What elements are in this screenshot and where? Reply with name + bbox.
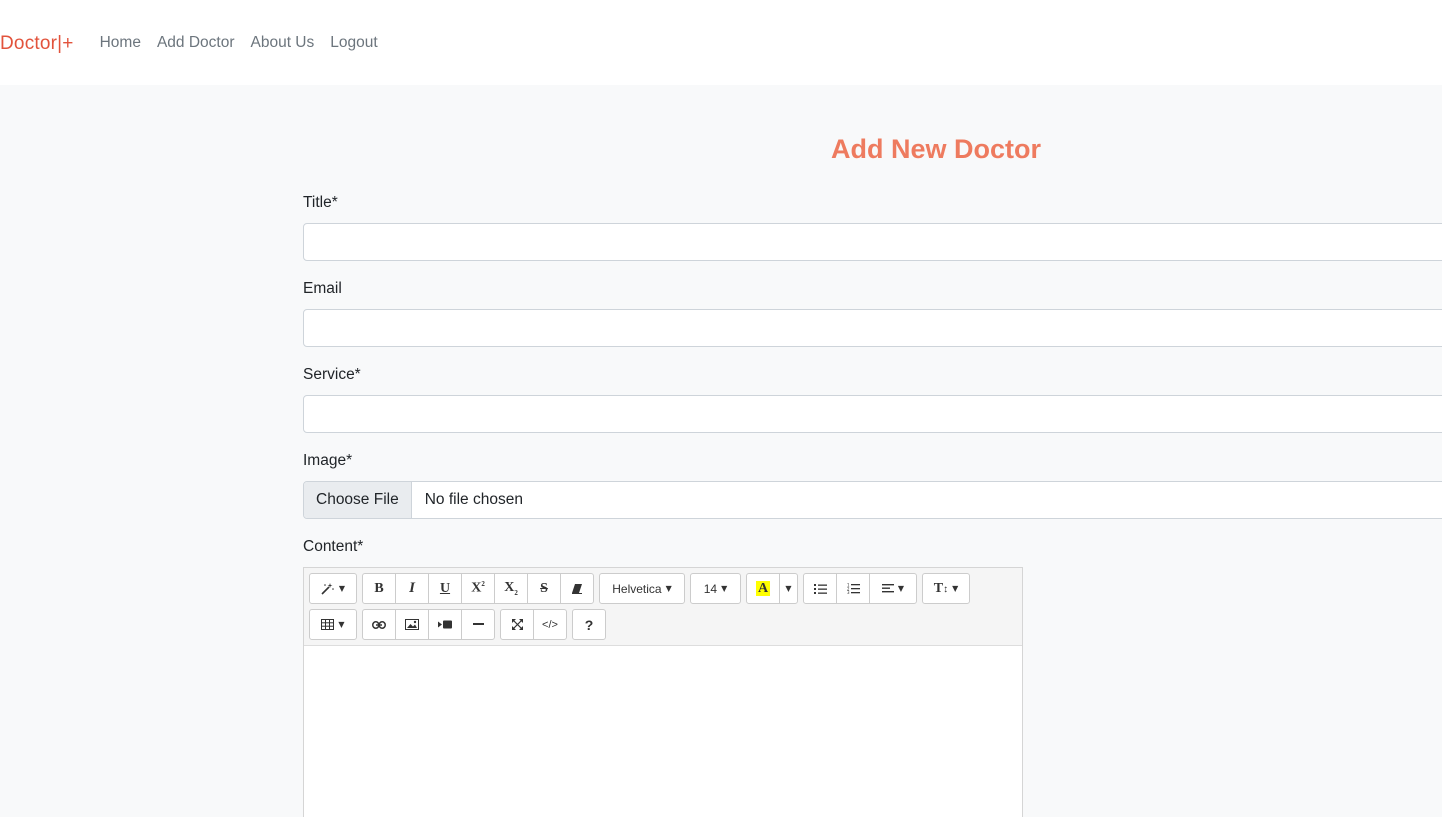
service-input[interactable] — [303, 395, 1442, 433]
email-label: Email — [303, 280, 342, 297]
chevron-down-icon: ▼ — [897, 584, 905, 593]
unordered-list-icon — [813, 583, 827, 594]
font-size-dropdown[interactable]: 14 ▼ — [690, 573, 741, 604]
magic-icon — [321, 582, 335, 595]
fullscreen-icon — [511, 619, 523, 630]
code-view-icon: </> — [542, 618, 558, 631]
subscript-icon: X2 — [504, 580, 518, 597]
insert-link-button[interactable] — [362, 609, 396, 640]
file-status-text: No file chosen — [424, 491, 523, 508]
strikethrough-icon: S — [540, 580, 548, 596]
unordered-list-button[interactable] — [803, 573, 837, 604]
nav-link-home[interactable]: Home — [100, 34, 141, 52]
line-height-icon: T↕ — [933, 580, 949, 596]
font-size-value: 14 — [703, 581, 718, 596]
brand-logo[interactable]: Doctor|+ — [0, 33, 74, 55]
underline-button[interactable]: U — [428, 573, 462, 604]
superscript-button[interactable]: X2 — [461, 573, 495, 604]
font-name-value: Helvetica — [612, 581, 662, 596]
main-content: Add New Doctor Title* Email Service* Ima… — [0, 85, 1442, 817]
chevron-down-icon: ▼ — [338, 620, 345, 629]
ordered-list-icon: 123 — [847, 583, 860, 594]
superscript-icon: X2 — [471, 580, 485, 596]
picture-icon — [405, 619, 419, 630]
insert-video-button[interactable] — [428, 609, 462, 640]
italic-icon: I — [409, 580, 415, 596]
help-icon: ? — [584, 616, 594, 633]
help-button[interactable]: ? — [572, 609, 606, 640]
chevron-down-icon: ▼ — [785, 584, 792, 593]
editor-content-area[interactable] — [304, 646, 1022, 817]
image-label: Image* — [303, 452, 353, 469]
ordered-list-button[interactable]: 123 — [836, 573, 870, 604]
italic-button[interactable]: I — [395, 573, 429, 604]
content-label: Content* — [303, 538, 364, 555]
video-icon — [438, 620, 452, 629]
code-view-button[interactable]: </> — [533, 609, 567, 640]
chevron-down-icon: ▼ — [665, 584, 672, 593]
link-icon — [372, 620, 386, 629]
service-label: Service* — [303, 366, 361, 383]
fullscreen-button[interactable] — [500, 609, 534, 640]
email-input[interactable] — [303, 309, 1442, 347]
color-dropdown-button[interactable]: ▼ — [779, 573, 798, 604]
page-title: Add New Doctor — [830, 134, 1041, 164]
line-height-dropdown[interactable]: T↕ ▼ — [922, 573, 970, 604]
nav-link-add-doctor[interactable]: Add Doctor — [157, 34, 235, 52]
title-label: Title* — [303, 194, 338, 211]
color-icon: A — [755, 581, 771, 596]
paragraph-align-dropdown[interactable]: ▼ — [869, 573, 917, 604]
magic-style-button[interactable]: ▼ — [309, 573, 357, 604]
font-name-dropdown[interactable]: Helvetica ▼ — [599, 573, 685, 604]
image-file-input[interactable]: Choose File No file chosen — [303, 481, 1442, 519]
svg-text:3: 3 — [847, 590, 850, 594]
table-icon — [321, 619, 335, 630]
eraser-icon — [571, 583, 583, 594]
editor-toolbar: ▼ B I U X2 X2 S Helvetica ▼ 14 ▼ A ▼ 1 2… — [304, 568, 1022, 646]
title-input[interactable] — [303, 223, 1442, 261]
subscript-button[interactable]: X2 — [494, 573, 528, 604]
content-editor: ▼ B I U X2 X2 S Helvetica ▼ 14 ▼ A ▼ 1 2… — [303, 567, 1023, 817]
align-icon — [881, 584, 894, 593]
bold-icon: B — [374, 580, 384, 596]
chevron-down-icon: ▼ — [721, 584, 728, 593]
bold-button[interactable]: B — [362, 573, 396, 604]
horizontal-rule-button[interactable] — [461, 609, 495, 640]
choose-file-button[interactable]: Choose File — [304, 482, 412, 518]
nav-link-logout[interactable]: Logout — [330, 34, 377, 52]
color-button[interactable]: A — [746, 573, 780, 604]
clear-format-button[interactable] — [560, 573, 594, 604]
horizontal-rule-icon — [472, 623, 484, 626]
navbar: Doctor|+ Home Add Doctor About Us Logout — [0, 0, 1442, 85]
strikethrough-button[interactable]: S — [527, 573, 561, 604]
chevron-down-icon: ▼ — [338, 584, 346, 593]
underline-icon: U — [439, 580, 451, 596]
chevron-down-icon: ▼ — [952, 584, 959, 593]
nav-link-about-us[interactable]: About Us — [251, 34, 315, 52]
insert-picture-button[interactable] — [395, 609, 429, 640]
table-dropdown[interactable]: ▼ — [309, 609, 357, 640]
